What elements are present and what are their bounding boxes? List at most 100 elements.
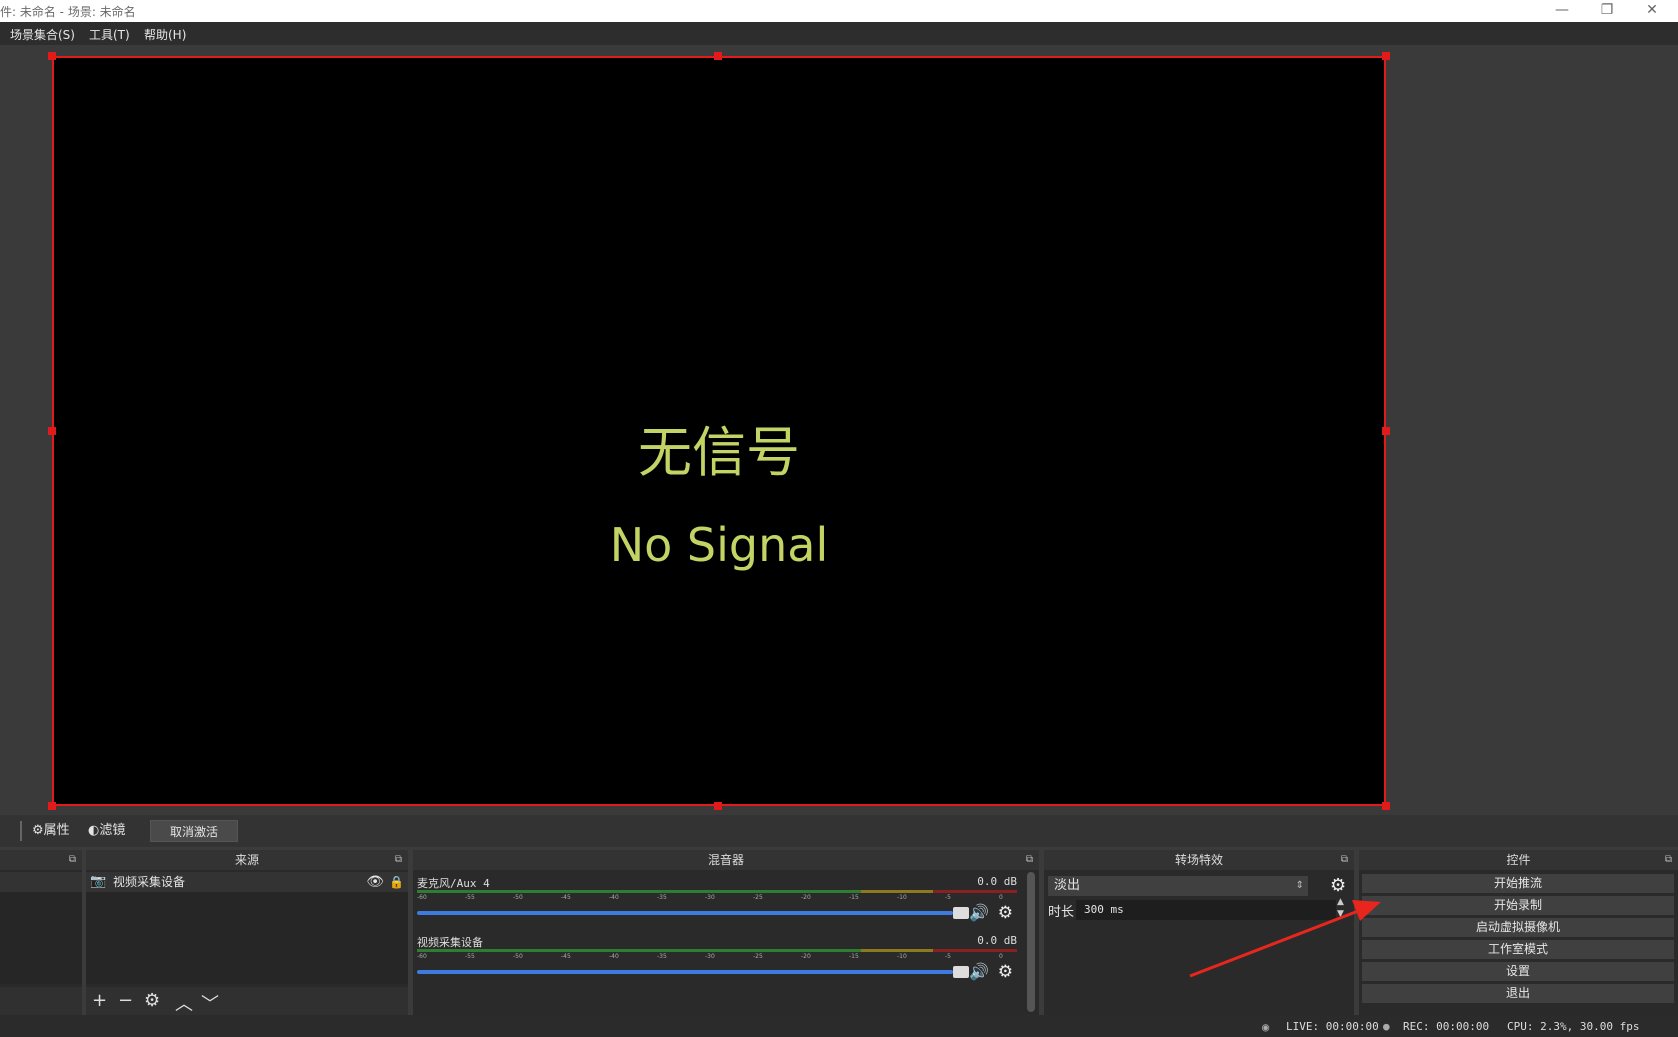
dock-popout-icon[interactable]: ⧉	[1341, 850, 1348, 870]
controls-title: 控件	[1506, 853, 1531, 867]
menu-scene-collection[interactable]: 场景集合(S)	[10, 26, 75, 43]
window-title: 件: 未命名 - 场景: 未命名	[0, 5, 136, 19]
dock-popout-icon[interactable]: ⧉	[1026, 850, 1033, 870]
no-signal-en: No Signal	[609, 518, 829, 572]
mixer-channel-mic: 麦克风/Aux 4 0.0 dB -60 -55 -50 -45 -40 -35 -30 -2…	[417, 875, 1017, 933]
resize-handle-tr[interactable]	[1382, 52, 1390, 60]
camera-icon: 📷	[90, 874, 107, 889]
resize-handle-right[interactable]	[1382, 427, 1390, 435]
meter-ticks: -60 -55 -50 -45 -40 -35 -30 -25 -20 -15 -10 -5 0	[417, 894, 1003, 901]
resize-handle-tl[interactable]	[48, 52, 56, 60]
sources-dock: 来源 ⧉ 📷 视频采集设备 👁 🔒 + − ⚙ ︿ ﹀	[86, 850, 408, 1015]
chevron-updown-icon: ⇕	[1295, 880, 1304, 891]
volume-meter	[417, 949, 1017, 952]
move-down-icon[interactable]: ﹀	[201, 990, 219, 1016]
mixer-channel-video: 视频采集设备 0.0 dB -60 -55 -50 -45 -40 -35 -30 -25 -2…	[417, 934, 1017, 992]
gear-icon: ⚙	[32, 823, 44, 838]
volume-slider[interactable]	[417, 907, 969, 919]
scenes-list[interactable]	[0, 872, 82, 984]
resize-handle-bottom[interactable]	[714, 802, 722, 810]
start-recording-button[interactable]: 开始录制	[1362, 896, 1674, 915]
menu-tools[interactable]: 工具(T)	[89, 26, 130, 43]
cpu-fps: CPU: 2.3%, 30.00 fps	[1507, 1020, 1640, 1033]
controls-dock: 控件 ⧉ 开始推流 开始录制 启动虚拟摄像机 工作室模式 设置 退出	[1359, 850, 1678, 1015]
resize-handle-br[interactable]	[1382, 802, 1390, 810]
transition-select[interactable]: 淡出 ⇕	[1048, 876, 1308, 896]
status-bar: ◉ LIVE: 00:00:00 ● REC: 00:00:00 CPU: 2.…	[0, 1015, 1678, 1037]
stepper-down-icon[interactable]: ▼	[1337, 909, 1344, 919]
studio-mode-button[interactable]: 工作室模式	[1362, 940, 1674, 959]
speaker-icon[interactable]: 🔊	[969, 962, 989, 981]
move-up-icon[interactable]: ︿	[175, 990, 193, 1016]
lock-icon[interactable]: 🔒	[389, 872, 404, 892]
scenes-dock: ⧉	[0, 850, 82, 1015]
gear-icon[interactable]: ⚙	[998, 903, 1013, 923]
no-signal-cn: 无信号	[638, 421, 800, 484]
mixer-dock: 混音器 ⧉ 麦克风/Aux 4 0.0 dB -60 -55 -50 -45 -40 -3…	[413, 850, 1039, 1015]
channel-name: 视频采集设备	[417, 936, 483, 949]
transitions-dock-header: 转场特效 ⧉	[1044, 850, 1354, 870]
dock-popout-icon[interactable]: ⧉	[69, 850, 76, 870]
duration-label: 时长	[1048, 905, 1075, 920]
controls-dock-header: 控件 ⧉	[1359, 850, 1678, 870]
transitions-dock: 转场特效 ⧉ 淡出 ⇕ ⚙ 时长 300 ms ▲ ▼	[1044, 850, 1354, 1015]
filters-button[interactable]: ◐滤镜	[88, 821, 125, 841]
minimize-icon[interactable]: —	[1540, 0, 1584, 22]
scenes-buttons	[0, 987, 82, 1015]
source-item[interactable]: 📷 视频采集设备 👁 🔒	[86, 872, 408, 892]
mixer-scrollbar[interactable]	[1027, 872, 1035, 1012]
speaker-icon[interactable]: 🔊	[969, 903, 989, 922]
dock-popout-icon[interactable]: ⧉	[1665, 850, 1672, 870]
restore-icon[interactable]: ❐	[1585, 0, 1629, 22]
meter-ticks: -60 -55 -50 -45 -40 -35 -30 -25 -20 -15 -10 -5 0	[417, 953, 1003, 960]
resize-handle-top[interactable]	[714, 52, 722, 60]
menu-bar: 场景集合(S) 工具(T) 帮助(H)	[0, 22, 1678, 45]
source-properties-gear-icon[interactable]: ⚙	[144, 990, 160, 1011]
sources-dock-header: 来源 ⧉	[86, 850, 408, 870]
remove-source-icon[interactable]: −	[118, 990, 133, 1011]
mixer-dock-header: 混音器 ⧉	[413, 850, 1039, 870]
source-name: 视频采集设备	[113, 875, 186, 889]
properties-button[interactable]: ⚙属性	[32, 821, 70, 841]
menu-help[interactable]: 帮助(H)	[144, 26, 186, 43]
gear-icon[interactable]: ⚙	[998, 962, 1013, 982]
duration-input[interactable]: 300 ms	[1076, 900, 1336, 920]
start-virtual-camera-button[interactable]: 启动虚拟摄像机	[1362, 918, 1674, 937]
transitions-title: 转场特效	[1174, 853, 1223, 867]
rec-timer: REC: 00:00:00	[1403, 1020, 1490, 1033]
transition-settings-gear-icon[interactable]: ⚙	[1330, 875, 1346, 896]
deactivate-button[interactable]: 取消激活	[150, 820, 238, 842]
source-toolbar: ⚙属性 ◐滤镜 取消激活	[0, 815, 1678, 847]
channel-db: 0.0 dB	[977, 934, 1017, 947]
sources-buttons: + − ⚙ ︿ ﹀	[86, 987, 408, 1015]
sources-title: 来源	[234, 853, 259, 867]
visibility-eye-icon[interactable]: 👁	[366, 872, 384, 892]
resize-handle-bl[interactable]	[48, 802, 56, 810]
channel-name: 麦克风/Aux 4	[417, 877, 490, 890]
resize-handle-left[interactable]	[48, 427, 56, 435]
filters-label: 滤镜	[99, 823, 126, 838]
transition-selected-value: 淡出	[1054, 878, 1081, 893]
slider-handle[interactable]	[953, 966, 969, 978]
preview-canvas[interactable]: 无信号 No Signal	[52, 56, 1386, 806]
add-source-icon[interactable]: +	[92, 990, 107, 1011]
broadcast-icon: ◉	[1262, 1020, 1270, 1034]
volume-meter	[417, 890, 1017, 893]
start-streaming-button[interactable]: 开始推流	[1362, 874, 1674, 893]
volume-slider[interactable]	[417, 966, 969, 978]
toolbar-divider	[20, 821, 22, 841]
rec-dot-icon: ●	[1383, 1020, 1390, 1033]
properties-label: 属性	[43, 823, 70, 838]
preview-area[interactable]: 无信号 No Signal	[0, 45, 1678, 815]
exit-button[interactable]: 退出	[1362, 984, 1674, 1003]
title-bar: 件: 未命名 - 场景: 未命名 — ❐ ✕	[0, 0, 1678, 22]
filter-icon: ◐	[88, 823, 100, 838]
mixer-title: 混音器	[707, 853, 744, 867]
stepper-up-icon[interactable]: ▲	[1337, 897, 1344, 907]
settings-button[interactable]: 设置	[1362, 962, 1674, 981]
scene-row[interactable]	[0, 872, 82, 892]
sources-list[interactable]: 📷 视频采集设备 👁 🔒	[86, 872, 408, 984]
dock-popout-icon[interactable]: ⧉	[395, 850, 402, 870]
slider-handle[interactable]	[953, 907, 969, 919]
close-icon[interactable]: ✕	[1630, 0, 1674, 22]
